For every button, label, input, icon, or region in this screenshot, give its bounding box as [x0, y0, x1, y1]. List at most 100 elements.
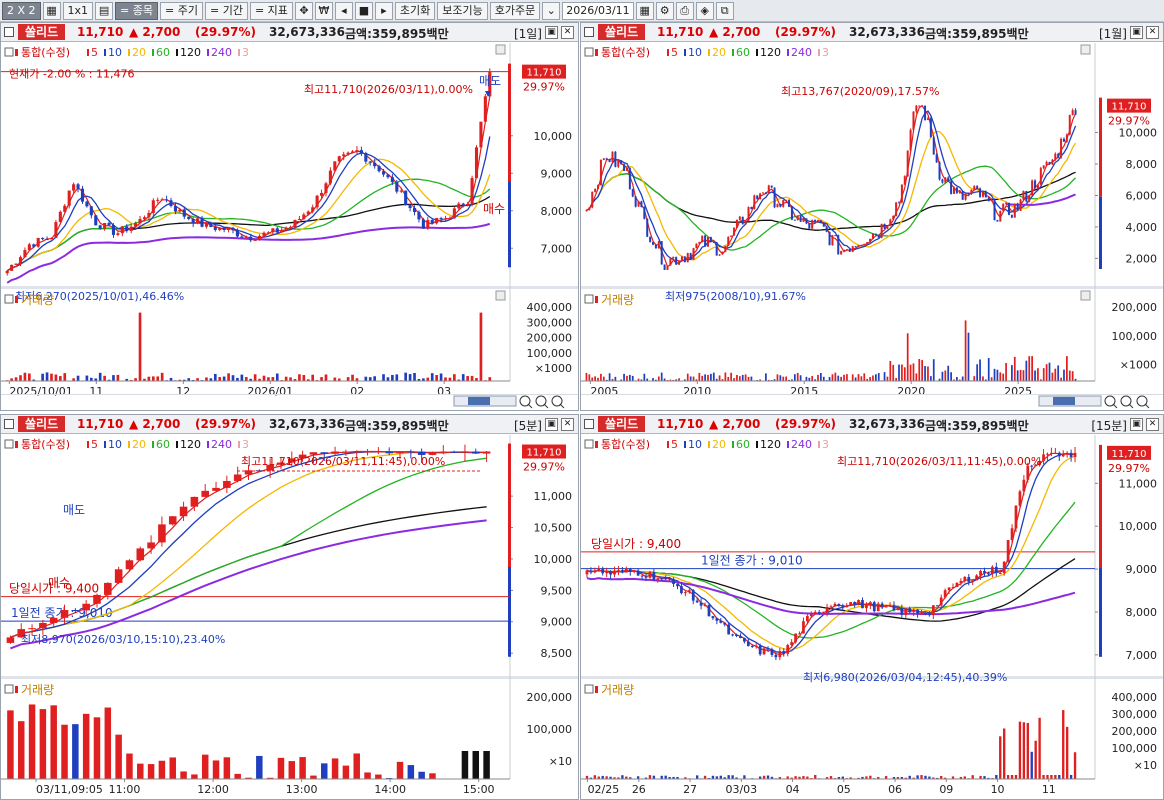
- calendar-icon[interactable]: ▦: [635, 1, 654, 20]
- y-tick-label: 8,000: [541, 205, 573, 218]
- candle-body: [675, 256, 678, 265]
- candle-body: [762, 648, 766, 655]
- prev-icon[interactable]: ◂: [334, 1, 353, 20]
- volume-bar: [342, 765, 350, 779]
- chart-pane-4[interactable]: 쏠리드 11,710 ▲ 2,700 (29.97%) 32,673,336 금액:359…: [580, 414, 1164, 800]
- candle-body: [93, 594, 101, 604]
- candle-body: [605, 158, 608, 160]
- candle-body: [125, 226, 129, 231]
- date-field[interactable]: 2026/03/11: [562, 1, 634, 20]
- grid-layout-icon[interactable]: ▦: [42, 1, 61, 20]
- settings-icon[interactable]: ⚙: [655, 1, 674, 20]
- toolbar: 2 X 2 ▦ 1x1 ▤ = 종목 = 주기 = 기간 = 지표 ✥ ₩ ◂ …: [0, 0, 1164, 22]
- volume-bar: [28, 373, 31, 381]
- chart-pane-1[interactable]: 쏠리드 11,710 ▲ 2,700 (29.97%) 32,673,336 금액:359…: [0, 22, 579, 411]
- chevron-down-icon[interactable]: ⌄: [542, 1, 561, 20]
- candle-body: [585, 570, 589, 575]
- divider[interactable]: [1, 286, 579, 289]
- chart-canvas[interactable]: 통합(수정) 5 10 20 60 120 240 3 10,000 9,000 8,000 7,00…: [1, 23, 579, 411]
- candle-body: [620, 160, 623, 165]
- volume-bar: [621, 775, 624, 779]
- volume-bar: [863, 373, 866, 381]
- candle-body: [412, 208, 417, 213]
- single-layout-button[interactable]: 1x1: [62, 1, 94, 20]
- calculator-icon[interactable]: ▤: [95, 1, 114, 20]
- order-book-button[interactable]: 호가주문: [489, 1, 541, 20]
- next-icon[interactable]: ▸: [374, 1, 393, 20]
- volume-bar: [1054, 368, 1057, 381]
- candle-body: [631, 189, 634, 197]
- reset-button[interactable]: 초기화: [394, 1, 436, 20]
- volume-bar: [227, 373, 230, 381]
- stock-menu-button[interactable]: = 종목: [115, 1, 159, 20]
- candle-body: [897, 202, 901, 204]
- candle-body: [18, 257, 23, 264]
- candle-body: [625, 167, 628, 171]
- legend-ma-20: 20: [132, 438, 146, 451]
- chart-canvas[interactable]: 통합(수정) 5 10 20 60 120 240 3 11,000 10,500 10,000 9,…: [1, 415, 579, 800]
- chart-pane-2[interactable]: 쏠리드 11,710 ▲ 2,700 (29.97%) 32,673,336 금액:359…: [580, 22, 1164, 411]
- candle-body: [107, 223, 111, 225]
- volume-bar: [695, 775, 699, 779]
- won-icon[interactable]: ₩: [314, 1, 333, 20]
- chart-canvas[interactable]: 통합(수정) 5 10 20 60 120 240 3 11,000 10,000 9,000 8,0…: [581, 415, 1164, 800]
- new-window-icon[interactable]: ⧉: [715, 1, 734, 20]
- chart-pane-3[interactable]: 쏠리드 11,710 ▲ 2,700 (29.97%) 32,673,336 금액:359…: [0, 414, 579, 800]
- candle-body: [628, 568, 632, 572]
- candle-body: [903, 176, 906, 185]
- save-icon[interactable]: ◈: [695, 1, 714, 20]
- x-tick-label: 04: [786, 783, 800, 796]
- volume-bar: [987, 358, 990, 381]
- candle-body: [877, 234, 880, 238]
- divider[interactable]: [1, 676, 579, 679]
- candle-body: [834, 235, 837, 237]
- volume-bar: [116, 374, 120, 381]
- candle-body: [987, 573, 990, 575]
- stop-icon[interactable]: ■: [354, 1, 373, 20]
- candle-body: [715, 242, 718, 256]
- volume-bar: [321, 763, 328, 779]
- divider[interactable]: [581, 286, 1164, 289]
- candle-body: [5, 270, 9, 274]
- chart-canvas[interactable]: 통합(수정) 5 10 20 60 120 240 3 10,000 8,000 6,000 4,00…: [581, 23, 1164, 411]
- candle-body: [364, 153, 368, 162]
- candle-body: [597, 568, 601, 571]
- candle-body: [404, 190, 408, 206]
- candle-body: [178, 209, 182, 212]
- candle-body: [687, 590, 691, 593]
- candle-body: [719, 620, 723, 623]
- candle-body: [861, 600, 864, 609]
- x-tick-label: 2015: [790, 385, 818, 398]
- buy-signal-label: 매수: [48, 576, 70, 590]
- layout-selector[interactable]: 2 X 2: [2, 1, 41, 20]
- candle-body: [983, 570, 986, 574]
- candle-body: [961, 191, 964, 200]
- volume-bar: [973, 376, 976, 381]
- moving-average-line: [586, 558, 1076, 622]
- candle-body: [994, 566, 998, 574]
- volume-bar: [59, 376, 62, 381]
- move-icon[interactable]: ✥: [294, 1, 313, 20]
- aux-function-button[interactable]: 보조기능: [437, 1, 488, 20]
- volume-bar: [738, 376, 741, 381]
- print-icon[interactable]: ⎙: [675, 1, 694, 20]
- y-tick-label: 10,000: [1119, 127, 1158, 140]
- candle-body: [32, 244, 36, 247]
- volume-bar: [429, 773, 436, 779]
- y-tick-label: 7,000: [1126, 649, 1158, 662]
- indicator-menu-button[interactable]: = 지표: [249, 1, 293, 20]
- volume-bar: [947, 365, 950, 381]
- range-menu-button[interactable]: = 기간: [204, 1, 248, 20]
- volume-bar: [289, 377, 292, 381]
- volume-bar: [996, 369, 999, 381]
- period-menu-button[interactable]: = 주기: [160, 1, 203, 20]
- candle-body: [363, 451, 372, 453]
- volume-bar: [180, 771, 187, 779]
- volume-bar: [396, 761, 404, 779]
- candle-body: [841, 605, 845, 608]
- candle-body: [640, 575, 644, 577]
- candle-body: [258, 235, 262, 240]
- volume-bar: [256, 755, 263, 779]
- candle-body: [120, 226, 124, 234]
- volume-bar: [1002, 373, 1005, 381]
